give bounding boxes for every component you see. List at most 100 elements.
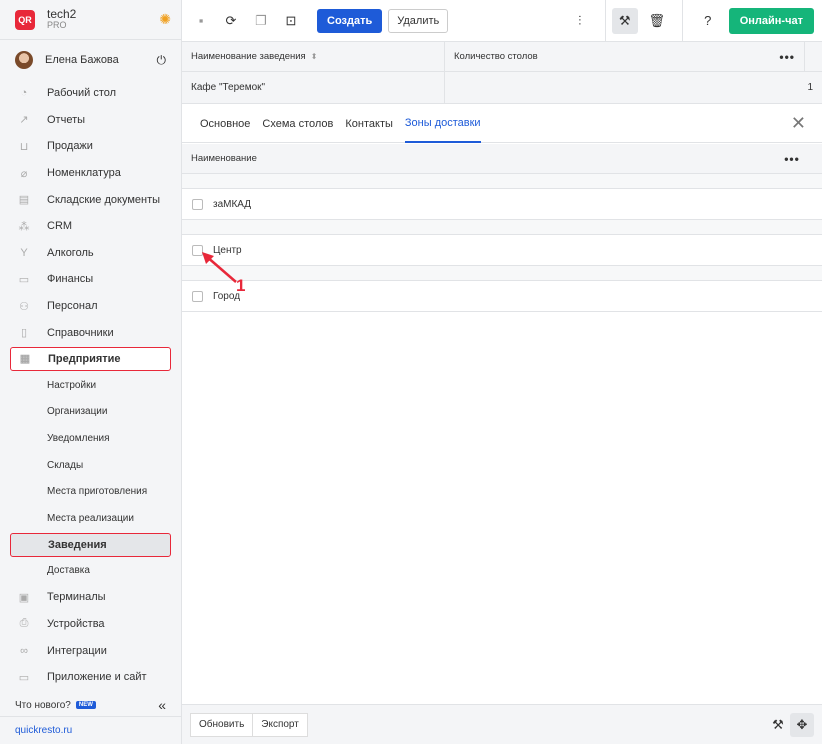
- sidebar: QR tech2 PRO ✺ Елена Бажова ⏻ ◔ Рабочий с…: [0, 0, 182, 744]
- tab-general[interactable]: Основное: [200, 105, 250, 143]
- sidebar-item-label: Отчеты: [47, 113, 86, 126]
- row-checkbox[interactable]: [192, 290, 203, 302]
- sidebar-item-label: Приложение и сайт: [47, 671, 147, 684]
- brand-header: QR tech2 PRO ✺: [0, 0, 181, 40]
- venue-name-cell: Кафе "Теремок": [182, 72, 445, 103]
- sidebar-subitem-notifications[interactable]: Уведомления: [0, 425, 181, 452]
- tab-delivery-zones[interactable]: Зоны доставки: [404, 105, 481, 143]
- trash-icon[interactable]: 🗑: [646, 10, 668, 32]
- toolbar: ▪ ⟳ ❐ ⊡ Создать Удалить ⫶ ⚒ 🗑 ? Онлайн-ч…: [182, 0, 822, 42]
- table-row[interactable]: заМКАД: [182, 188, 822, 220]
- detail-tabs: Основное Схема столов Контакты Зоны дост…: [182, 105, 822, 143]
- table-row[interactable]: Кафе "Теремок" 1: [182, 72, 822, 103]
- sidebar-item-staff[interactable]: ⚇ Персонал: [0, 293, 181, 320]
- sidebar-item-label: Продажи: [47, 140, 93, 153]
- terminal-icon: ▣: [18, 591, 30, 604]
- create-button[interactable]: Создать: [317, 8, 383, 33]
- annotation-number: 1: [236, 276, 246, 295]
- site-link[interactable]: quickresto.ru: [0, 716, 181, 744]
- sidebar-subitem-warehouses[interactable]: Склады: [0, 452, 181, 479]
- table-row[interactable]: Город: [182, 280, 822, 312]
- sidebar-item-alcohol[interactable]: Y Алкоголь: [0, 240, 181, 267]
- book-icon: ▯: [20, 327, 28, 340]
- tools-icon[interactable]: ⚒: [611, 7, 638, 34]
- crm-icon: ⁂: [18, 220, 30, 233]
- refresh-button[interactable]: Обновить: [190, 712, 254, 737]
- collapse-sidebar-icon[interactable]: «: [158, 697, 166, 713]
- online-chat-button[interactable]: Онлайн-чат: [728, 7, 814, 34]
- more-options-icon[interactable]: •••: [778, 152, 806, 166]
- column-header-zone-name[interactable]: Наименование: [182, 153, 778, 164]
- sidebar-item-label: Номенклатура: [47, 167, 121, 180]
- sidebar-item-label: Справочники: [47, 326, 114, 339]
- sidebar-item-devices[interactable]: ⎙ Устройства: [0, 611, 181, 638]
- sidebar-item-reports[interactable]: ↗ Отчеты: [0, 107, 181, 134]
- sidebar-item-label: Предприятие: [48, 352, 121, 365]
- wallet-icon: ▭: [18, 273, 30, 286]
- sidebar-subitem-sale-places[interactable]: Места реализации: [0, 505, 181, 532]
- inbox-icon[interactable]: ⊡: [280, 10, 302, 32]
- tools-icon[interactable]: ⚒: [766, 713, 790, 737]
- building-icon: ▦: [19, 353, 31, 366]
- sidebar-subitem-organizations[interactable]: Организации: [0, 399, 181, 426]
- sidebar-item-finance[interactable]: ▭ Финансы: [0, 266, 181, 293]
- save-icon[interactable]: ▪: [190, 10, 212, 32]
- sidebar-item-nomenclature[interactable]: ⌀ Номенклатура: [0, 160, 181, 187]
- sidebar-item-label: Алкоголь: [47, 246, 94, 259]
- copy-icon[interactable]: ❐: [250, 10, 272, 32]
- sidebar-subitem-settings[interactable]: Настройки: [0, 372, 181, 399]
- move-icon[interactable]: ✥: [790, 712, 814, 737]
- tag-icon: ⌀: [20, 167, 28, 180]
- glass-icon: Y: [20, 246, 28, 259]
- zone-name: заМКАД: [213, 198, 252, 210]
- venue-tables-cell: 1: [807, 82, 813, 93]
- column-header-tables[interactable]: Количество столов •••: [445, 42, 805, 71]
- delete-button[interactable]: Удалить: [388, 8, 449, 33]
- sidebar-item-label: Рабочий стол: [47, 87, 117, 100]
- avatar[interactable]: [15, 51, 33, 69]
- sidebar-item-crm[interactable]: ⁂ CRM: [0, 213, 181, 240]
- sidebar-item-app-site[interactable]: ▭ Приложение и сайт: [0, 664, 181, 691]
- link-icon: ∞: [20, 644, 28, 657]
- refresh-icon[interactable]: ⟳: [220, 10, 242, 32]
- nav-list: ◔ Рабочий стол ↗ Отчеты ⊔ Продажи ⌀ Номенкла…: [0, 80, 181, 690]
- filter-sliders-icon[interactable]: ⫶: [569, 10, 591, 32]
- warehouse-icon: ▤: [18, 194, 30, 207]
- more-options-icon[interactable]: •••: [779, 50, 795, 64]
- dashboard-icon: ◔: [20, 87, 28, 100]
- tab-contacts[interactable]: Контакты: [345, 105, 393, 143]
- sidebar-item-terminals[interactable]: ▣ Терминалы: [0, 584, 181, 611]
- close-icon[interactable]: ✕: [791, 113, 806, 134]
- sidebar-subitem-cooking-places[interactable]: Места приготовления: [0, 478, 181, 505]
- export-button[interactable]: Экспорт: [253, 712, 308, 737]
- sidebar-item-sales[interactable]: ⊔ Продажи: [0, 133, 181, 160]
- sidebar-subitem-venues[interactable]: Заведения: [10, 532, 171, 557]
- sun-icon[interactable]: ✺: [159, 11, 171, 28]
- sidebar-item-references[interactable]: ▯ Справочники: [0, 319, 181, 346]
- sidebar-item-label: Финансы: [47, 273, 94, 286]
- sidebar-subitem-delivery[interactable]: Доставка: [0, 558, 181, 585]
- sidebar-item-enterprise[interactable]: ▦ Предприятие: [10, 346, 171, 371]
- footer-bar: Обновить Экспорт ⚒ ✥: [182, 704, 822, 744]
- table-header: Наименование заведения ⬍ Количество столо…: [182, 42, 822, 72]
- sidebar-item-dashboard[interactable]: ◔ Рабочий стол: [0, 80, 181, 107]
- zones-table-header: Наименование •••: [182, 144, 822, 174]
- row-checkbox[interactable]: [192, 198, 203, 210]
- tab-table-scheme[interactable]: Схема столов: [262, 105, 333, 143]
- user-panel: Елена Бажова ⏻: [0, 40, 181, 80]
- sidebar-item-warehouse[interactable]: ▤ Складские документы: [0, 186, 181, 213]
- table-row[interactable]: Центр: [182, 234, 822, 266]
- sidebar-item-integrations[interactable]: ∞ Интеграции: [0, 637, 181, 664]
- user-name: Елена Бажова: [45, 54, 119, 66]
- help-icon[interactable]: ?: [697, 10, 719, 32]
- account-plan: PRO: [47, 19, 67, 30]
- account-name: tech2: [47, 6, 77, 21]
- sort-icon[interactable]: ⬍: [311, 52, 318, 61]
- sidebar-item-label: Персонал: [47, 300, 98, 313]
- chart-icon: ↗: [19, 114, 29, 127]
- sidebar-item-label: Интеграции: [47, 644, 107, 657]
- whats-new[interactable]: Что нового? NEW «: [0, 694, 181, 716]
- sidebar-item-label: Складские документы: [47, 193, 161, 206]
- column-header-name[interactable]: Наименование заведения ⬍: [182, 42, 445, 71]
- power-icon[interactable]: ⏻: [157, 53, 167, 68]
